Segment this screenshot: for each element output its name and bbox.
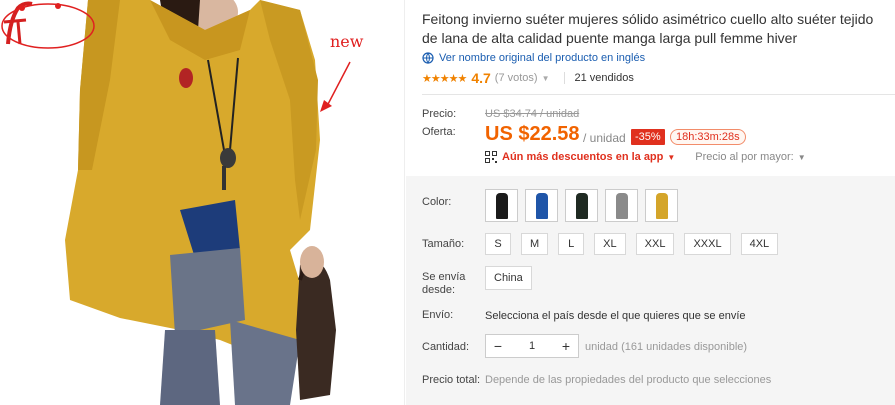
original-price: US $34.74 / unidad <box>485 108 580 120</box>
quantity-label: Cantidad: <box>422 341 470 353</box>
qr-code-icon <box>485 151 497 163</box>
shipping-text[interactable]: Selecciona el país desde el que quieres … <box>485 310 746 322</box>
size-option[interactable]: XXXL <box>684 233 731 255</box>
total-price-label: Precio total: <box>422 374 481 386</box>
ship-from-option[interactable]: China <box>485 266 532 290</box>
original-name-link[interactable]: Ver nombre original del producto en ingl… <box>422 52 645 64</box>
size-option[interactable]: M <box>521 233 549 255</box>
divider <box>563 72 565 84</box>
shipping-label: Envío: <box>422 309 454 321</box>
color-swatch[interactable] <box>525 189 558 222</box>
price-label: Precio: <box>422 108 457 120</box>
size-option[interactable]: XXL <box>635 233 675 255</box>
size-label: Tamaño: <box>422 238 465 250</box>
chevron-down-icon[interactable]: ▼ <box>542 74 550 83</box>
product-image[interactable]: new <box>0 0 404 405</box>
countdown-timer: 18h:33m:28s <box>670 129 746 145</box>
color-swatch-image <box>656 193 668 219</box>
sold-count: 21 vendidos <box>574 72 634 84</box>
color-swatch[interactable] <box>565 189 598 222</box>
total-price-text: Depende de las propiedades del producto … <box>485 374 772 386</box>
bulk-price-link[interactable]: Precio al por mayor: <box>695 151 793 163</box>
discount-badge: -35% <box>631 129 665 145</box>
decrease-button[interactable]: − <box>486 338 510 354</box>
color-swatch-image <box>536 193 548 219</box>
size-option[interactable]: 4XL <box>740 233 779 255</box>
chevron-down-icon[interactable]: ▼ <box>667 153 675 162</box>
product-title: Feitong invierno suéter mujeres sólido a… <box>422 11 874 46</box>
color-swatch-image <box>576 193 588 219</box>
color-swatch[interactable] <box>645 189 678 222</box>
original-name-text: Ver nombre original del producto en ingl… <box>439 52 646 64</box>
divider <box>422 94 895 95</box>
ship-from-label: Se envía desde: <box>422 271 466 296</box>
color-options <box>485 189 678 222</box>
quantity-input[interactable]: 1 <box>529 340 535 352</box>
quantity-stepper: − 1 + <box>485 334 579 358</box>
translate-icon <box>422 52 434 64</box>
rating-row: ★★★★★ 4.7 (7 votos) ▼ 21 vendidos <box>422 70 634 86</box>
color-swatch[interactable] <box>485 189 518 222</box>
size-option[interactable]: S <box>485 233 511 255</box>
color-swatch-image <box>616 193 628 219</box>
color-swatch-image <box>496 193 508 219</box>
increase-button[interactable]: + <box>554 338 578 354</box>
price-unit: / unidad <box>583 131 626 145</box>
offer-label: Oferta: <box>422 126 456 138</box>
star-rating-icon: ★★★★★ <box>422 72 467 85</box>
sweater-photo <box>65 0 336 405</box>
size-option[interactable]: XL <box>594 233 626 255</box>
color-label: Color: <box>422 196 452 208</box>
sale-price: US $22.58 <box>485 123 580 145</box>
chevron-down-icon[interactable]: ▼ <box>798 153 806 162</box>
votes-link[interactable]: (7 votos) <box>495 72 538 84</box>
app-discount-row: Aún más descuentos en la app ▼ Precio al… <box>485 151 806 163</box>
new-badge-outline <box>1 3 95 49</box>
color-swatch[interactable] <box>605 189 638 222</box>
size-options: S M L XL XXL XXXL 4XL <box>485 233 779 255</box>
size-option[interactable]: L <box>558 233 585 255</box>
rating-value: 4.7 <box>471 70 491 86</box>
app-discount-link[interactable]: Aún más descuentos en la app <box>502 151 663 163</box>
new-badge: new <box>330 32 364 51</box>
product-info: Feitong invierno suéter mujeres sólido a… <box>404 0 895 405</box>
quantity-available: unidad (161 unidades disponible) <box>585 341 748 353</box>
